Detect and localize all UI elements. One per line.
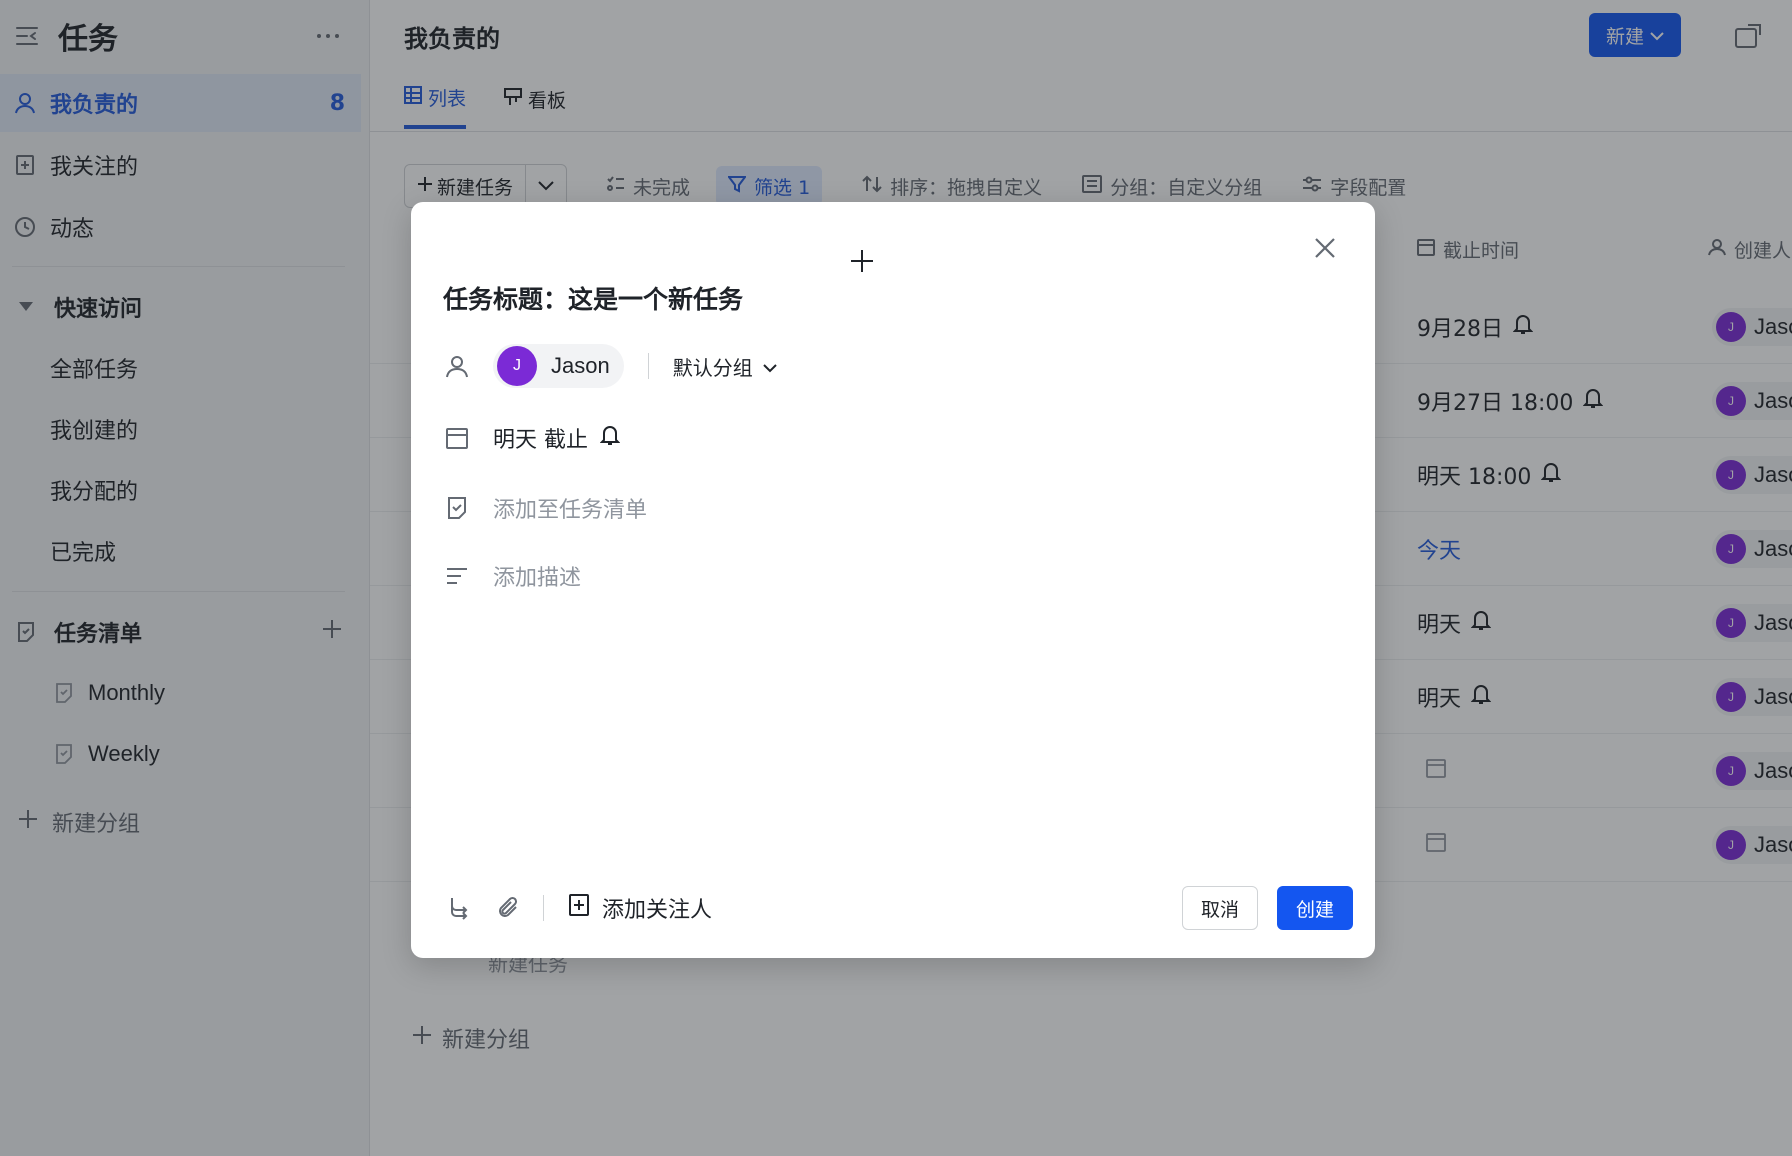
divider: [647, 353, 649, 379]
dialog-footer: 添加关注人 取消 创建: [443, 886, 1353, 930]
person-icon: [443, 352, 471, 380]
add-follower-label: 添加关注人: [602, 898, 713, 923]
create-button[interactable]: 创建: [1277, 886, 1353, 930]
avatar: J: [497, 346, 537, 386]
text-lines-icon: [443, 562, 471, 590]
task-list-row[interactable]: 添加至任务清单: [443, 492, 647, 524]
assignee-row: J Jason 默认分组: [443, 344, 777, 388]
task-title-input[interactable]: 任务标题：这是一个新任务: [443, 280, 743, 316]
group-select-value: 默认分组: [672, 355, 753, 380]
description-row[interactable]: 添加描述: [443, 560, 581, 592]
due-row[interactable]: 明天 截止: [443, 422, 621, 454]
create-task-dialog: 任务标题：这是一个新任务 J Jason 默认分组 明天 截止 添加至任务清单 …: [411, 202, 1375, 958]
assignee-chip[interactable]: J Jason: [493, 344, 624, 388]
group-select[interactable]: 默认分组: [673, 352, 777, 381]
add-description-placeholder: 添加描述: [493, 566, 582, 591]
close-icon[interactable]: [1309, 232, 1341, 264]
bell-icon[interactable]: [599, 424, 621, 452]
divider: [543, 895, 544, 921]
cancel-button[interactable]: 取消: [1182, 886, 1258, 930]
add-follower-button[interactable]: 添加关注人: [568, 892, 712, 924]
chevron-down-icon: [763, 354, 777, 378]
attachment-icon[interactable]: [493, 893, 523, 923]
calendar-icon: [443, 424, 471, 452]
cursor-crosshair-icon: [847, 246, 877, 276]
add-to-list-placeholder: 添加至任务清单: [493, 498, 648, 523]
assignee-name: Jason: [551, 353, 610, 378]
subtask-icon[interactable]: [443, 893, 473, 923]
due-label: 明天 截止: [493, 428, 588, 453]
tasklist-icon: [443, 494, 471, 522]
follow-icon: [568, 893, 590, 923]
due-value: 明天 截止: [493, 422, 621, 454]
